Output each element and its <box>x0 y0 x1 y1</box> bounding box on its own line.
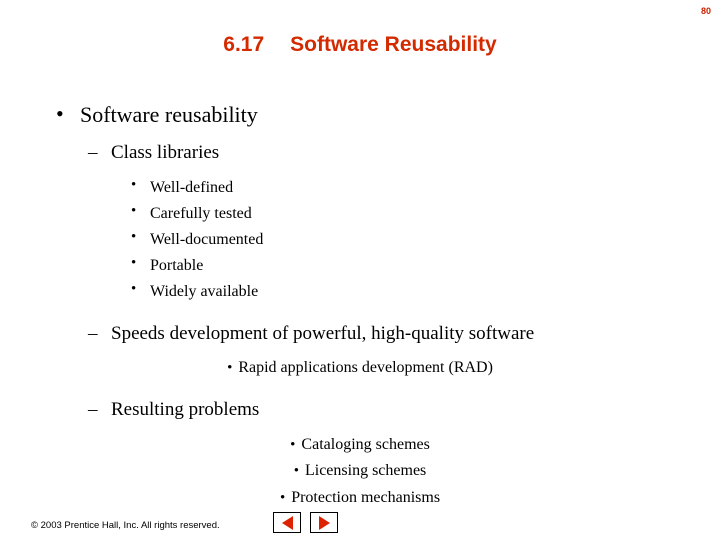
list-item-label: Portable <box>150 257 204 275</box>
title-section-number: 6.17 <box>223 33 265 56</box>
bullet-level2-label: Speeds development of powerful, high-qua… <box>111 322 535 344</box>
list-item-rad: • Rapid applications development (RAD) <box>0 356 720 380</box>
page-title: 6.17 Software Reusability <box>0 33 720 57</box>
bullet-level2-label: Resulting problems <box>111 399 260 420</box>
slide-body: • Software reusability – Class libraries… <box>0 100 720 513</box>
list-item: • Licensing schemes <box>0 459 720 483</box>
list-item-label: Cataloging schemes <box>301 435 430 453</box>
bullet-level2-resulting-problems: – Resulting problems <box>88 397 720 423</box>
disc-bullet-icon: • <box>131 255 137 272</box>
arrow-left-icon <box>281 515 293 530</box>
dash-bullet-icon: – <box>88 142 98 164</box>
bullet-level1-software-reusability: • Software reusability <box>56 100 720 129</box>
list-item-label: Licensing schemes <box>304 462 427 480</box>
dash-bullet-icon: – <box>88 399 98 420</box>
list-item: • Widely available <box>131 280 720 303</box>
disc-bullet-icon: • <box>131 281 137 298</box>
list-item-label: Carefully tested <box>150 204 252 222</box>
next-slide-button[interactable] <box>310 512 338 533</box>
slide-navigation <box>273 512 338 533</box>
bullet-level1-label: Software reusability <box>80 102 258 127</box>
footer: © 2003 Prentice Hall, Inc. All rights re… <box>31 520 220 531</box>
list-item-label: Rapid applications development (RAD) <box>238 359 493 377</box>
list-item: • Portable <box>131 254 720 277</box>
disc-bullet-icon: • <box>131 229 137 246</box>
bullet-level2-speeds-development: – Speeds development of powerful, high-q… <box>88 321 720 347</box>
previous-slide-button[interactable] <box>273 512 301 533</box>
disc-bullet-icon: • <box>293 463 299 480</box>
disc-bullet-icon: • <box>131 202 137 219</box>
disc-bullet-icon: • <box>131 176 137 193</box>
bullet-level2-label: Class libraries <box>111 142 220 164</box>
list-item-label: Widely available <box>150 283 259 301</box>
arrow-right-icon <box>318 515 330 530</box>
list-item: • Protection mechanisms <box>0 486 720 510</box>
disc-bullet-icon: • <box>290 436 296 453</box>
list-item: • Well-defined <box>131 176 720 199</box>
disc-bullet-icon: • <box>56 101 64 126</box>
list-item-label: Well-documented <box>150 231 264 249</box>
list-item-label: Well-defined <box>150 178 234 196</box>
list-item: • Carefully tested <box>131 202 720 225</box>
page-number: 80 <box>700 6 711 16</box>
bullet-level2-class-libraries: – Class libraries <box>88 140 720 166</box>
disc-bullet-icon: • <box>227 360 233 377</box>
list-item: • Cataloging schemes <box>0 433 720 457</box>
disc-bullet-icon: • <box>279 490 286 507</box>
title-text: Software Reusability <box>290 33 497 56</box>
dash-bullet-icon: – <box>88 322 98 344</box>
list-item: • Well-documented <box>131 228 720 251</box>
slide: 80 6.17 Software Reusability • Software r… <box>0 0 720 540</box>
copyright-text: © 2003 Prentice Hall, Inc. All rights re… <box>31 520 220 531</box>
list-item-label: Protection mechanisms <box>291 489 441 507</box>
